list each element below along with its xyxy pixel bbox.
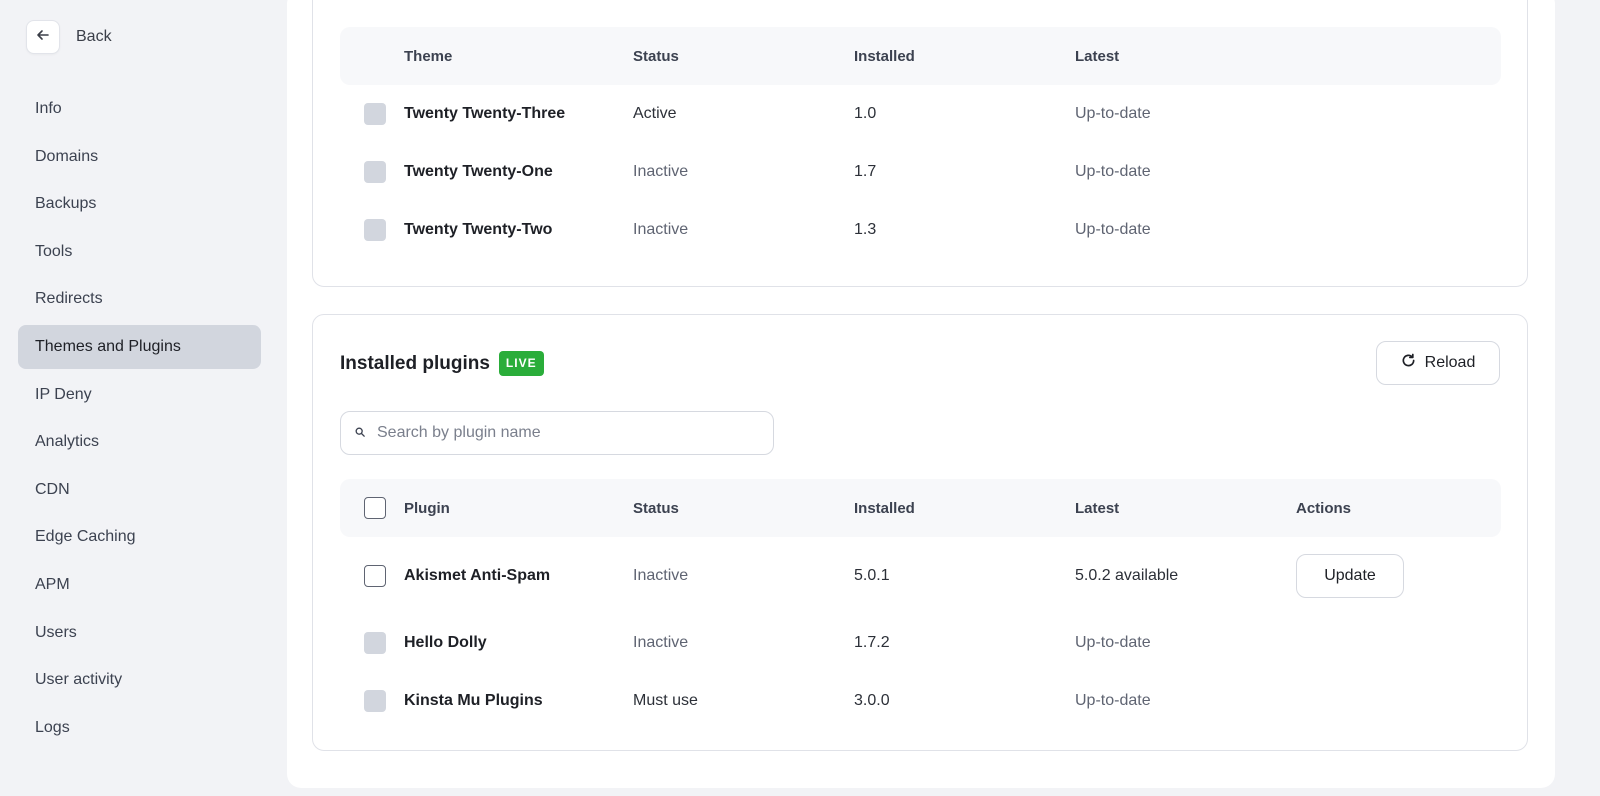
reload-label: Reload xyxy=(1424,354,1476,371)
table-row: Kinsta Mu Plugins Must use 3.0.0 Up-to-d… xyxy=(340,672,1501,730)
column-header-plugin: Plugin xyxy=(404,499,450,517)
row-checkbox-disabled xyxy=(364,632,386,654)
column-header-installed: Installed xyxy=(854,499,915,517)
sidebar-item-analytics[interactable]: Analytics xyxy=(18,420,261,464)
plugin-latest: 5.0.2 available xyxy=(1075,567,1179,584)
theme-name: Twenty Twenty-Three xyxy=(404,105,566,122)
sidebar-item-backups[interactable]: Backups xyxy=(18,182,261,226)
plugin-installed-version: 3.0.0 xyxy=(854,692,890,709)
main-panel: Theme Status Installed Latest Twenty Twe… xyxy=(287,0,1555,788)
theme-name: Twenty Twenty-One xyxy=(404,163,553,180)
table-row: Twenty Twenty-Two Inactive 1.3 Up-to-dat… xyxy=(340,201,1501,259)
sidebar-item-domains[interactable]: Domains xyxy=(18,135,261,179)
column-header-theme: Theme xyxy=(404,47,453,65)
plugins-card: Installed plugins LIVE Reload Plugin Sta… xyxy=(312,314,1528,751)
plugin-name: Akismet Anti-Spam xyxy=(404,567,551,584)
search-input[interactable] xyxy=(377,424,757,442)
sidebar-item-tools[interactable]: Tools xyxy=(18,230,261,274)
sidebar-item-apm[interactable]: APM xyxy=(18,563,261,607)
themes-card: Theme Status Installed Latest Twenty Twe… xyxy=(312,0,1528,287)
column-header-installed: Installed xyxy=(854,47,915,65)
table-row: Hello Dolly Inactive 1.7.2 Up-to-date xyxy=(340,614,1501,672)
arrow-left-icon xyxy=(36,28,50,47)
plugin-status: Inactive xyxy=(633,634,689,651)
back-link[interactable]: Back xyxy=(26,20,112,54)
update-button[interactable]: Update xyxy=(1296,554,1404,598)
theme-installed-version: 1.3 xyxy=(854,221,877,238)
refresh-icon xyxy=(1401,353,1425,373)
theme-status: Active xyxy=(633,105,677,122)
plugin-status: Inactive xyxy=(633,567,689,584)
column-header-actions: Actions xyxy=(1296,499,1352,517)
plugin-status: Must use xyxy=(633,692,698,709)
column-header-latest: Latest xyxy=(1075,499,1120,517)
sidebar-item-user-activity[interactable]: User activity xyxy=(18,658,261,702)
theme-latest: Up-to-date xyxy=(1075,221,1151,238)
table-row: Akismet Anti-Spam Inactive 5.0.1 5.0.2 a… xyxy=(340,547,1501,605)
plugin-installed-version: 5.0.1 xyxy=(854,567,890,584)
plugin-installed-version: 1.7.2 xyxy=(854,634,890,651)
sidebar-item-cdn[interactable]: CDN xyxy=(18,468,261,512)
theme-name: Twenty Twenty-Two xyxy=(404,221,553,238)
row-checkbox-disabled xyxy=(364,161,386,183)
plugins-header: Installed plugins LIVE xyxy=(340,351,544,376)
row-checkbox-disabled xyxy=(364,219,386,241)
live-badge: LIVE xyxy=(498,351,544,376)
sidebar: Back Info Domains Backups Tools Redirect… xyxy=(0,0,280,796)
sidebar-item-themes-and-plugins[interactable]: Themes and Plugins xyxy=(18,324,261,369)
theme-status: Inactive xyxy=(633,163,689,180)
plugin-name: Kinsta Mu Plugins xyxy=(404,692,543,709)
theme-installed-version: 1.0 xyxy=(854,105,877,122)
table-row: Twenty Twenty-Three Active 1.0 Up-to-dat… xyxy=(340,85,1501,143)
row-checkbox[interactable] xyxy=(364,565,386,587)
sidebar-item-logs[interactable]: Logs xyxy=(18,706,261,750)
table-row: Twenty Twenty-One Inactive 1.7 Up-to-dat… xyxy=(340,143,1501,201)
row-checkbox-disabled xyxy=(364,103,386,125)
search-icon xyxy=(355,424,365,442)
column-header-status: Status xyxy=(633,47,679,65)
back-label[interactable]: Back xyxy=(76,28,112,46)
sidebar-item-redirects[interactable]: Redirects xyxy=(18,277,261,321)
reload-button[interactable]: Reload xyxy=(1376,341,1500,385)
column-header-latest: Latest xyxy=(1075,47,1120,65)
section-title: Installed plugins xyxy=(340,352,490,374)
plugin-name: Hello Dolly xyxy=(404,634,487,651)
row-checkbox-disabled xyxy=(364,690,386,712)
plugins-table-header: Plugin Status Installed Latest Actions xyxy=(340,479,1501,537)
plugin-latest: Up-to-date xyxy=(1075,634,1151,651)
theme-latest: Up-to-date xyxy=(1075,105,1151,122)
theme-latest: Up-to-date xyxy=(1075,163,1151,180)
column-header-status: Status xyxy=(633,499,679,517)
plugin-latest: Up-to-date xyxy=(1075,692,1151,709)
plugin-search-box[interactable] xyxy=(340,411,774,455)
back-button[interactable] xyxy=(26,20,60,54)
theme-installed-version: 1.7 xyxy=(854,163,877,180)
sidebar-item-info[interactable]: Info xyxy=(18,87,261,131)
sidebar-item-ip-deny[interactable]: IP Deny xyxy=(18,373,261,417)
sidebar-item-edge-caching[interactable]: Edge Caching xyxy=(18,515,261,559)
select-all-checkbox[interactable] xyxy=(364,497,386,519)
themes-table-header: Theme Status Installed Latest xyxy=(340,27,1501,85)
sidebar-nav: Info Domains Backups Tools Redirects The… xyxy=(18,87,261,753)
theme-status: Inactive xyxy=(633,221,689,238)
sidebar-item-users[interactable]: Users xyxy=(18,611,261,655)
